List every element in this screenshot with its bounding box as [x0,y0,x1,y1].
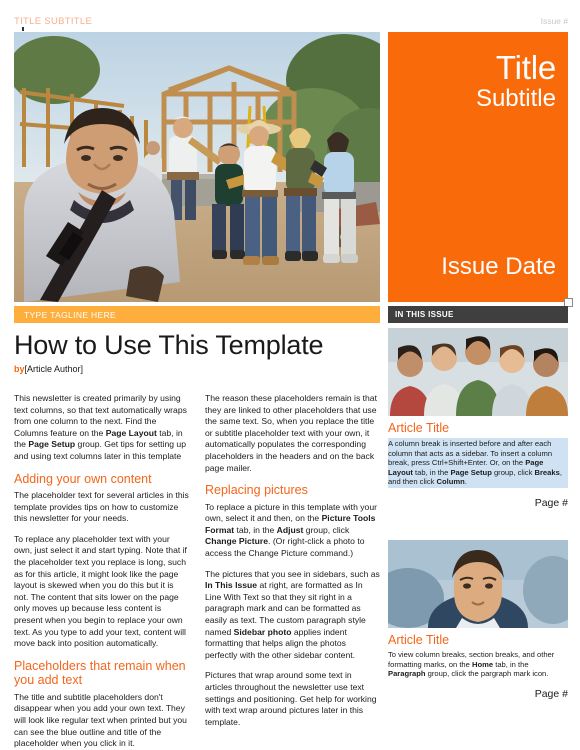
in-this-issue-bar: IN THIS ISSUE [388,306,568,323]
hero-issue-date: Issue Date [441,253,556,280]
paragraph[interactable]: The pictures that you see in sidebars, s… [205,569,380,662]
hero-row: Title Subtitle Issue Date [14,32,573,307]
sidebar-selection-highlight: A column break is inserted before and af… [388,438,568,488]
byline[interactable]: by[Article Author] [14,364,380,374]
section-heading[interactable]: Placeholders that remain when you add te… [14,659,189,688]
tagline-bar[interactable]: TYPE TAGLINE HERE [14,306,380,323]
sidebar-article-title[interactable]: Article Title [388,633,568,648]
running-header-issue: Issue # [540,16,568,26]
group-photo-graphic [388,328,568,416]
hero-photo[interactable] [14,32,380,302]
sidebar-article-1: Article Title A column break is inserted… [388,328,568,509]
sidebar-page-number[interactable]: Page # [388,497,568,509]
hero-title-block[interactable]: Title Subtitle Issue Date [388,32,573,307]
paragraph[interactable]: The placeholder text for several article… [14,490,189,525]
running-header: TITLE SUBTITLE Issue # [14,14,568,28]
paragraph[interactable]: Pictures that wrap around some text in a… [205,670,380,728]
sidebar-article-title[interactable]: Article Title [388,421,568,436]
paragraph[interactable]: To replace a picture in this template wi… [205,502,380,560]
sidebar-article-body[interactable]: A column break is inserted before and af… [388,439,568,487]
newsletter-page: TITLE SUBTITLE Issue # Title Subtitle Is… [0,0,580,748]
running-header-title: TITLE SUBTITLE [14,15,93,27]
column-left: This newsletter is created primarily by … [14,393,189,748]
text-cursor [22,27,24,31]
page-title[interactable]: How to Use This Template [14,330,380,361]
portrait-photo-graphic [388,540,568,628]
byline-prefix: by [14,364,25,374]
paragraph[interactable]: To replace any placeholder text with you… [14,534,189,650]
section-heading[interactable]: Replacing pictures [205,483,380,498]
column-right: The reason these placeholders remain is … [205,393,380,738]
paragraph[interactable]: This newsletter is created primarily by … [14,393,189,463]
hero-subtitle: Subtitle [475,85,556,112]
construction-volunteers-photo [14,32,380,302]
section-heading[interactable]: Adding your own content [14,472,189,487]
article-header: How to Use This Template by[Article Auth… [14,330,380,381]
paragraph[interactable]: The reason these placeholders remain is … [205,393,380,474]
byline-author: [Article Author] [24,364,84,374]
paragraph[interactable]: The title and subtitle placeholders don'… [14,692,189,750]
sidebar-page-number[interactable]: Page # [388,688,568,700]
sidebar-article-body[interactable]: To view column breaks, section breaks, a… [388,650,568,679]
sidebar-article-2: Article Title To view column breaks, sec… [388,540,568,700]
sidebar: Article Title A column break is inserted… [388,328,568,738]
hero-title: Title [495,49,556,86]
article-columns: This newsletter is created primarily by … [14,393,380,748]
man-portrait-photo[interactable] [388,540,568,628]
group-of-people-photo[interactable] [388,328,568,416]
